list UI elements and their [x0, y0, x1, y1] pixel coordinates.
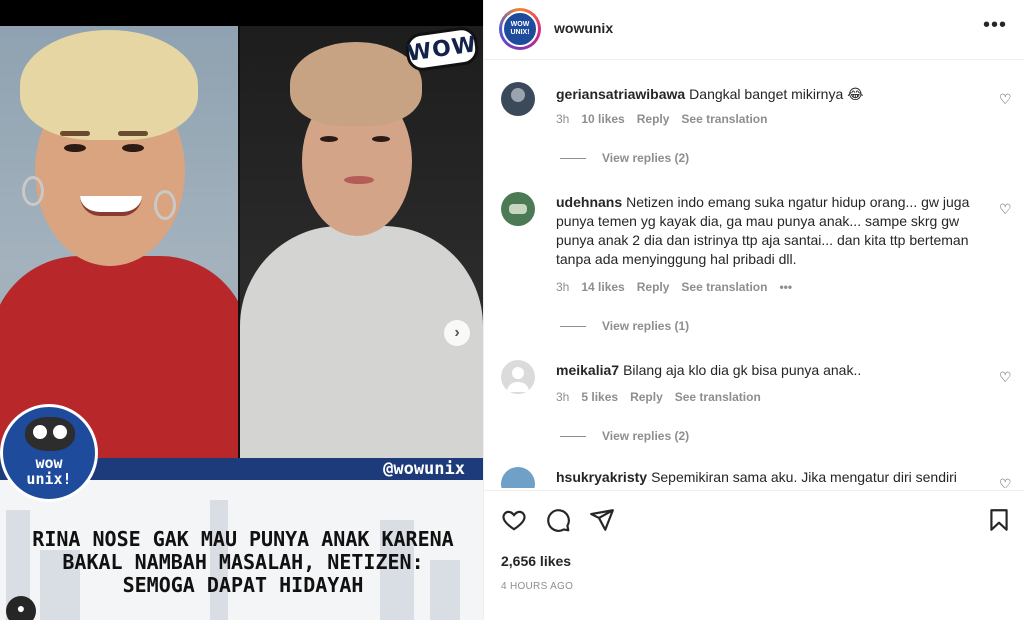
photo-right — [240, 26, 483, 458]
divider-line — [560, 435, 586, 437]
wowunix-logo: wow unix! — [0, 404, 98, 502]
see-translation-button[interactable]: See translation — [675, 390, 761, 404]
photo-left — [0, 26, 238, 458]
post-image[interactable]: WOW › @wowunix RINA NOSE GAK MAU PUNYA A… — [0, 0, 483, 620]
header-username[interactable]: wowunix — [554, 20, 613, 36]
eye — [64, 144, 86, 152]
hair-right — [290, 42, 422, 126]
logo-line-1: wow — [35, 454, 63, 472]
logo-name: wow unix! — [3, 455, 95, 487]
comment-meta: 3h 5 likes Reply See translation — [556, 390, 761, 404]
grey-hoodie — [240, 226, 483, 458]
user-tag-icon[interactable]: ● — [6, 596, 36, 620]
post-side-panel: WOW UNIX! wowunix ••• geriansatriawibawa… — [483, 0, 1024, 620]
earring — [22, 176, 44, 206]
avatar[interactable] — [501, 360, 535, 394]
heart-icon[interactable]: ♡ — [999, 92, 1013, 106]
avatar[interactable] — [501, 467, 535, 488]
avatar-inner: WOW UNIX! — [502, 11, 538, 47]
comment-content: Sepemikiran sama aku. Jika mengatur diri… — [651, 469, 957, 485]
see-translation-button[interactable]: See translation — [681, 112, 767, 126]
view-replies-label: View replies (1) — [602, 319, 690, 333]
heart-icon[interactable]: ♡ — [999, 477, 1013, 488]
comment-username[interactable]: hsukryakristy — [556, 469, 647, 485]
divider-line — [560, 157, 586, 159]
heart-icon[interactable]: ♡ — [999, 370, 1013, 384]
image-top-bar — [0, 0, 483, 26]
comment-text: udehnans Netizen indo emang suka ngatur h… — [556, 193, 986, 269]
comment-username[interactable]: geriansatriawibawa — [556, 86, 685, 102]
post-timestamp: 4 HOURS AGO — [501, 581, 574, 592]
more-horizontal-icon[interactable]: ••• — [983, 14, 1007, 37]
post-headline: RINA NOSE GAK MAU PUNYA ANAK KARENA BAKA… — [32, 527, 454, 597]
comment-icon[interactable] — [545, 507, 571, 533]
comment-time: 3h — [556, 390, 570, 404]
avatar[interactable] — [501, 192, 535, 226]
comment-username[interactable]: udehnans — [556, 194, 622, 210]
reply-button[interactable]: Reply — [637, 112, 670, 126]
comment-text: hsukryakristy Sepemikiran sama aku. Jika … — [556, 468, 986, 487]
comment-likes[interactable]: 10 likes — [581, 112, 624, 126]
comment-time: 3h — [556, 112, 570, 126]
mascot-icon — [25, 417, 75, 451]
eye — [122, 144, 144, 152]
comment-likes[interactable]: 14 likes — [581, 280, 624, 294]
brow — [60, 131, 90, 136]
view-replies-button[interactable]: View replies (2) — [560, 151, 689, 165]
heart-icon[interactable] — [501, 507, 527, 533]
comment-likes[interactable]: 5 likes — [581, 390, 618, 404]
post-actions: 2,656 likes 4 HOURS AGO — [484, 490, 1024, 620]
comments-list[interactable]: geriansatriawibawa Dangkal banget mikirny… — [484, 62, 1024, 488]
wow-sticker-text: WOW — [405, 31, 479, 67]
comment-time: 3h — [556, 280, 570, 294]
view-replies-label: View replies (2) — [602, 151, 690, 165]
chevron-right-icon: › — [454, 324, 460, 341]
comment-meta: 3h 14 likes Reply See translation ••• — [556, 280, 792, 294]
post-header: WOW UNIX! wowunix ••• — [484, 0, 1024, 60]
hair-left — [20, 30, 198, 140]
divider-line — [560, 325, 586, 327]
comment-content: Bilang aja klo dia gk bisa punya anak.. — [623, 362, 862, 378]
heart-icon[interactable]: ♡ — [999, 202, 1013, 216]
comment-meta: 3h 10 likes Reply See translation — [556, 112, 767, 126]
lips — [344, 176, 374, 184]
headline-box: RINA NOSE GAK MAU PUNYA ANAK KARENA BAKA… — [0, 480, 483, 620]
view-replies-label: View replies (2) — [602, 429, 690, 443]
comment-content: Dangkal banget mikirnya 😂 — [689, 86, 864, 102]
view-replies-button[interactable]: View replies (2) — [560, 429, 689, 443]
eye — [320, 136, 338, 142]
view-replies-button[interactable]: View replies (1) — [560, 319, 689, 333]
bookmark-icon[interactable] — [986, 507, 1012, 533]
profile-avatar[interactable]: WOW UNIX! — [499, 8, 541, 50]
eye — [372, 136, 390, 142]
see-translation-button[interactable]: See translation — [681, 280, 767, 294]
brow — [118, 131, 148, 136]
comment-text: geriansatriawibawa Dangkal banget mikirny… — [556, 85, 986, 104]
watermark-handle: @wowunix — [383, 459, 465, 479]
reply-button[interactable]: Reply — [637, 280, 670, 294]
reply-button[interactable]: Reply — [630, 390, 663, 404]
next-image-button[interactable]: › — [444, 320, 470, 346]
comment-username[interactable]: meikalia7 — [556, 362, 619, 378]
earring — [154, 190, 176, 220]
send-icon[interactable] — [589, 507, 615, 533]
likes-count[interactable]: 2,656 likes — [501, 553, 571, 569]
comment-more-icon[interactable]: ••• — [779, 280, 792, 294]
avatar[interactable] — [501, 82, 535, 116]
logo-line-2: unix! — [26, 470, 72, 488]
comment-text: meikalia7 Bilang aja klo dia gk bisa puny… — [556, 361, 986, 380]
